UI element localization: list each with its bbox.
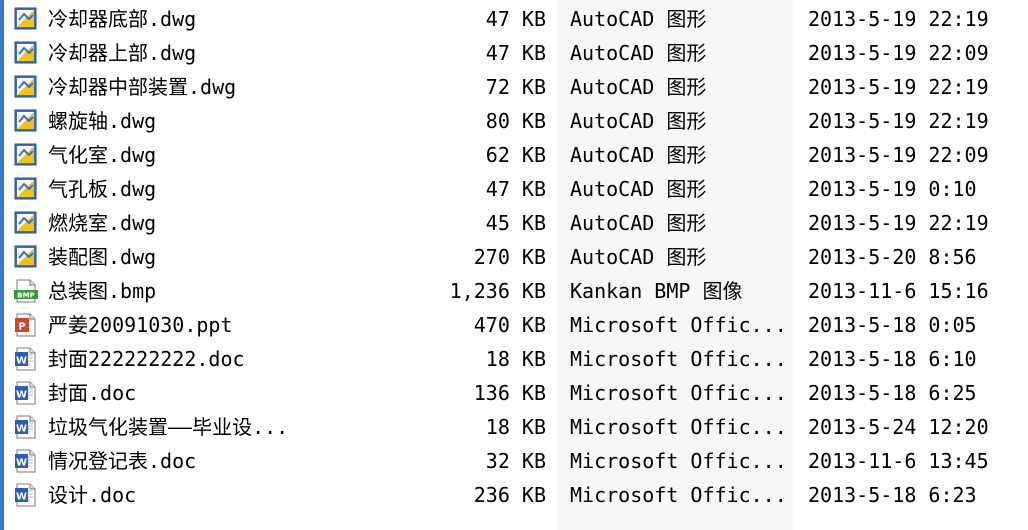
file-type: Microsoft Offic... [570,483,787,507]
file-row[interactable]: W 垃圾气化装置——毕业设... 18 KB Microsoft Offic... 20… [0,410,1028,444]
file-row[interactable]: 装配图.dwg 270 KB AutoCAD 图形 2013-5-20 8:56 [0,240,1028,274]
file-modified-date: 2013-5-18 0:05 [808,313,977,337]
file-row[interactable]: W 情况登记表.doc 32 KB Microsoft Offic... 2013-11… [0,444,1028,478]
dwg-file-icon [14,245,38,269]
file-row[interactable]: 冷却器上部.dwg 47 KB AutoCAD 图形 2013-5-19 22:09 [0,36,1028,70]
file-size: 18 KB [485,347,546,371]
file-type: Kankan BMP 图像 [570,279,743,303]
ppt-file-icon: P [14,313,38,337]
dwg-file-icon [14,143,38,167]
file-type: AutoCAD 图形 [570,177,707,201]
file-name: 气化室.dwg [48,143,157,167]
file-type: AutoCAD 图形 [570,41,707,65]
svg-text:W: W [16,424,27,435]
file-type: AutoCAD 图形 [570,7,707,31]
file-modified-date: 2013-5-19 22:19 [808,109,989,133]
doc-file-icon: W [14,449,38,473]
doc-file-icon: W [14,347,38,371]
file-type: Microsoft Offic... [570,381,787,405]
bmp-file-icon: BMP [14,279,38,303]
dwg-file-icon [14,211,38,235]
doc-file-icon: W [14,381,38,405]
file-name: 封面222222222.doc [48,347,245,371]
dwg-file-icon [14,7,38,31]
dwg-file-icon [14,41,38,65]
file-row[interactable]: W 设计.doc 236 KB Microsoft Offic... 2013-5-18… [0,478,1028,512]
svg-text:W: W [16,390,27,401]
file-name: 封面.doc [48,381,137,405]
file-name: 冷却器中部装置.dwg [48,75,237,99]
file-modified-date: 2013-5-19 0:10 [808,177,977,201]
svg-text:P: P [18,322,25,333]
file-row[interactable]: 冷却器底部.dwg 47 KB AutoCAD 图形 2013-5-19 22:19 [0,2,1028,36]
file-modified-date: 2013-5-18 6:10 [808,347,977,371]
file-row[interactable]: 冷却器中部装置.dwg 72 KB AutoCAD 图形 2013-5-19 22:1… [0,70,1028,104]
file-row[interactable]: 气孔板.dwg 47 KB AutoCAD 图形 2013-5-19 0:10 [0,172,1028,206]
file-modified-date: 2013-5-19 22:19 [808,7,989,31]
file-name: 冷却器底部.dwg [48,7,197,31]
svg-text:BMP: BMP [17,292,34,300]
file-row[interactable]: 气化室.dwg 62 KB AutoCAD 图形 2013-5-19 22:09 [0,138,1028,172]
file-name: 螺旋轴.dwg [48,109,157,133]
file-type: Microsoft Offic... [570,347,787,371]
file-size: 62 KB [485,143,546,167]
file-size: 47 KB [485,177,546,201]
file-modified-date: 2013-5-19 22:19 [808,211,989,235]
file-list: 冷却器底部.dwg 47 KB AutoCAD 图形 2013-5-19 22:19 … [0,2,1028,512]
file-modified-date: 2013-5-18 6:23 [808,483,977,507]
file-row[interactable]: 燃烧室.dwg 45 KB AutoCAD 图形 2013-5-19 22:19 [0,206,1028,240]
file-size: 72 KB [485,75,546,99]
doc-file-icon: W [14,415,38,439]
file-modified-date: 2013-5-18 6:25 [808,381,977,405]
file-modified-date: 2013-5-19 22:09 [808,41,989,65]
file-size: 236 KB [473,483,546,507]
svg-text:W: W [16,458,27,469]
file-type: AutoCAD 图形 [570,211,707,235]
dwg-file-icon [14,109,38,133]
file-size: 1,236 KB [449,279,546,303]
file-type: Microsoft Offic... [570,449,787,473]
file-type: Microsoft Offic... [570,415,787,439]
file-row[interactable]: W 封面222222222.doc 18 KB Microsoft Offic... 2… [0,342,1028,376]
file-type: AutoCAD 图形 [570,143,707,167]
file-type: AutoCAD 图形 [570,109,707,133]
file-name: 严姜20091030.ppt [48,313,233,337]
file-size: 270 KB [473,245,546,269]
file-modified-date: 2013-11-6 13:45 [808,449,989,473]
file-size: 18 KB [485,415,546,439]
file-row[interactable]: 螺旋轴.dwg 80 KB AutoCAD 图形 2013-5-19 22:19 [0,104,1028,138]
dwg-file-icon [14,75,38,99]
file-name: 垃圾气化装置——毕业设... [48,415,289,439]
file-name: 装配图.dwg [48,245,157,269]
file-size: 45 KB [485,211,546,235]
file-modified-date: 2013-11-6 15:16 [808,279,989,303]
file-size: 47 KB [485,41,546,65]
file-modified-date: 2013-5-19 22:19 [808,75,989,99]
file-size: 136 KB [473,381,546,405]
file-name: 设计.doc [48,483,137,507]
file-type: Microsoft Offic... [570,313,787,337]
file-row[interactable]: P 严姜20091030.ppt 470 KB Microsoft Offic... 2… [0,308,1028,342]
file-row[interactable]: BMP 总装图.bmp 1,236 KB Kankan BMP 图像 2013-11-6… [0,274,1028,308]
file-type: AutoCAD 图形 [570,245,707,269]
file-size: 47 KB [485,7,546,31]
file-name: 情况登记表.doc [48,449,197,473]
file-modified-date: 2013-5-19 22:09 [808,143,989,167]
file-name: 气孔板.dwg [48,177,157,201]
file-size: 32 KB [485,449,546,473]
dwg-file-icon [14,177,38,201]
file-name: 燃烧室.dwg [48,211,157,235]
doc-file-icon: W [14,483,38,507]
file-name: 总装图.bmp [48,279,157,303]
file-modified-date: 2013-5-24 12:20 [808,415,989,439]
file-name: 冷却器上部.dwg [48,41,197,65]
svg-text:W: W [16,492,27,503]
file-type: AutoCAD 图形 [570,75,707,99]
svg-text:W: W [16,356,27,367]
file-size: 80 KB [485,109,546,133]
file-modified-date: 2013-5-20 8:56 [808,245,977,269]
file-size: 470 KB [473,313,546,337]
file-row[interactable]: W 封面.doc 136 KB Microsoft Offic... 2013-5-18… [0,376,1028,410]
